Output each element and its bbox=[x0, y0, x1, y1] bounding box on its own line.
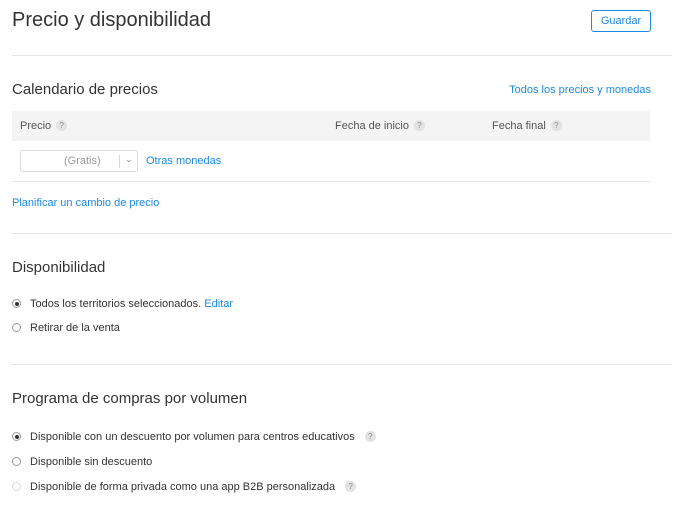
pricing-section-title: Calendario de precios bbox=[12, 81, 158, 98]
radio-selected-icon[interactable] bbox=[12, 299, 21, 308]
question-circle-icon[interactable]: ? bbox=[56, 120, 68, 131]
column-start-date-label: Fecha de inicio bbox=[335, 120, 409, 132]
price-select-value: (Gratis) bbox=[64, 155, 101, 167]
availability-section-title: Disponibilidad bbox=[12, 259, 106, 276]
divider bbox=[12, 364, 672, 365]
column-price-label: Precio bbox=[20, 120, 52, 132]
table-row-divider bbox=[12, 181, 650, 182]
radio-icon[interactable] bbox=[12, 323, 21, 332]
price-table-header: Precio? Fecha de inicio? Fecha final? bbox=[12, 111, 650, 141]
radio-selected-icon[interactable] bbox=[12, 432, 21, 441]
column-end-date-label: Fecha final bbox=[492, 120, 546, 132]
save-button[interactable]: Guardar bbox=[591, 10, 651, 32]
divider bbox=[12, 233, 672, 234]
select-separator bbox=[119, 155, 120, 168]
availability-option-all[interactable]: Todos los territorios seleccionados. Edi… bbox=[12, 297, 233, 311]
question-circle-icon[interactable]: ? bbox=[414, 120, 425, 131]
volume-section-title: Programa de compras por volumen bbox=[12, 390, 248, 407]
all-prices-link[interactable]: Todos los precios y monedas bbox=[509, 84, 651, 96]
edit-territories-link[interactable]: Editar bbox=[204, 298, 233, 310]
plan-price-change-link[interactable]: Planificar un cambio de precio bbox=[12, 197, 159, 209]
column-end-date: Fecha final? bbox=[492, 120, 562, 132]
volume-option-no-discount[interactable]: Disponible sin descuento bbox=[12, 455, 152, 469]
volume-option-private-b2b-label: Disponible de forma privada como una app… bbox=[30, 481, 336, 493]
availability-option-all-label: Todos los territorios seleccionados. bbox=[30, 298, 202, 310]
column-start-date: Fecha de inicio? bbox=[335, 120, 425, 132]
radio-icon[interactable] bbox=[12, 457, 21, 466]
volume-option-no-discount-label: Disponible sin descuento bbox=[30, 456, 153, 468]
chevron-down-icon[interactable]: ⌄ bbox=[125, 154, 133, 165]
price-select[interactable]: (Gratis) ⌄ bbox=[20, 150, 138, 172]
volume-option-education[interactable]: Disponible con un descuento por volumen … bbox=[12, 430, 376, 444]
column-price: Precio? bbox=[20, 120, 68, 132]
volume-option-education-label: Disponible con un descuento por volumen … bbox=[30, 431, 355, 443]
page: Precio y disponibilidad Guardar Calendar… bbox=[0, 0, 674, 513]
question-circle-icon[interactable]: ? bbox=[345, 481, 357, 492]
availability-option-remove[interactable]: Retirar de la venta bbox=[12, 321, 120, 335]
question-circle-icon[interactable]: ? bbox=[550, 120, 562, 131]
other-currencies-link[interactable]: Otras monedas bbox=[146, 155, 221, 167]
volume-option-private-b2b[interactable]: Disponible de forma privada como una app… bbox=[12, 480, 357, 494]
divider bbox=[12, 55, 672, 56]
radio-icon[interactable] bbox=[12, 482, 21, 491]
page-title: Precio y disponibilidad bbox=[12, 9, 212, 31]
availability-option-remove-label: Retirar de la venta bbox=[30, 322, 120, 334]
question-circle-icon[interactable]: ? bbox=[364, 431, 376, 442]
